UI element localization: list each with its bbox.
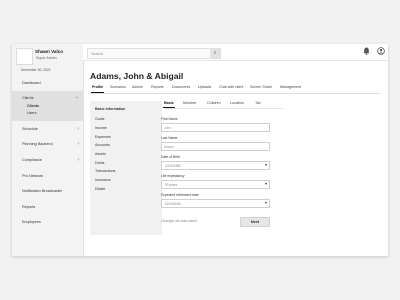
current-date: November 30, 2021 [21, 68, 51, 72]
chevron-right-icon: › [77, 141, 79, 147]
profile-subtabs: Basic Member Children Location Tax [163, 100, 284, 109]
autosave-note: Changes are auto saved [161, 219, 197, 223]
sidebar-item-label: Schedule [22, 127, 38, 131]
sidebar: Shawn Valco Super Admin November 30, 202… [12, 44, 84, 256]
sidebar-item-label: Notification Broadcaster [22, 189, 63, 193]
retirement-date-select[interactable]: 02/15/2040 ▾ [161, 199, 270, 208]
last-name-field[interactable] [164, 143, 254, 150]
last-name-label: Last Name [161, 136, 178, 140]
search-icon[interactable]: ⌕ [210, 49, 220, 58]
tab-scenarios[interactable]: Scenarios [110, 85, 126, 89]
chevron-down-icon[interactable]: ⌄ [75, 94, 79, 100]
retirement-date-value: 02/15/2040 [165, 201, 181, 206]
sidebar-item-label: Reports [22, 205, 36, 209]
subtab-basic[interactable]: Basic [163, 101, 175, 108]
tab-advice[interactable]: Advice [132, 85, 143, 89]
dob-select[interactable]: 10/10/1980 ▾ [161, 161, 270, 170]
sidebar-subitem-users[interactable]: Users [27, 111, 36, 115]
life-expectancy-select[interactable]: 90 years ▾ [161, 180, 270, 189]
sidebar-item-label: Dashboard [22, 81, 41, 85]
section-basic-information[interactable]: Basic Information [95, 107, 125, 111]
user-name: Shawn Valco [35, 49, 64, 54]
section-assets[interactable]: Assets [95, 152, 106, 156]
chevron-down-icon: ▾ [264, 199, 267, 205]
tab-uploads[interactable]: Uploads [198, 85, 211, 89]
tab-screen-share[interactable]: Screen Share [250, 85, 272, 89]
sidebar-subitem-clients[interactable]: Clients [27, 104, 39, 108]
app-window: Shawn Valco Super Admin November 30, 202… [12, 44, 388, 256]
section-transactions[interactable]: Transactions [95, 169, 115, 173]
first-name-field[interactable] [164, 124, 254, 131]
sidebar-item-label: Employees [22, 220, 41, 224]
subtab-children[interactable]: Children [207, 101, 221, 105]
account-icon-shape [377, 47, 385, 55]
section-income[interactable]: Income [95, 126, 107, 130]
tab-reports[interactable]: Reports [151, 85, 164, 89]
chevron-down-icon: ▾ [264, 161, 267, 167]
sidebar-item-label: Pro Network [22, 174, 43, 178]
avatar[interactable] [16, 48, 33, 65]
chevron-right-icon: › [77, 126, 79, 132]
chevron-down-icon: ▾ [264, 180, 267, 186]
tab-profile[interactable]: Profile [90, 85, 105, 93]
subtab-location[interactable]: Location [230, 101, 244, 105]
tab-documents[interactable]: Documents [172, 85, 190, 89]
user-role: Super Admin [36, 56, 57, 60]
section-goals[interactable]: Goals [95, 117, 104, 121]
life-expectancy-label: Life expectancy [161, 174, 185, 178]
next-button[interactable]: Next [240, 217, 270, 227]
tab-management[interactable]: Management [280, 85, 301, 89]
user-card: Shawn Valco Super Admin [16, 48, 76, 68]
sidebar-item-clients[interactable]: Clients ⌄ Clients Users [12, 91, 83, 121]
page-title: Adams, John & Abigail [90, 71, 184, 81]
first-name-field-box [161, 123, 270, 132]
subtab-member[interactable]: Member [183, 101, 197, 105]
account-icon[interactable] [376, 47, 386, 57]
search-box: ⌕ [87, 48, 221, 59]
main-tabs: Profile Scenarios Advice Reports Documen… [90, 85, 380, 94]
tab-chat-with-client[interactable]: Chat with client [219, 85, 243, 89]
dob-value: 10/10/1980 [165, 163, 181, 168]
life-expectancy-value: 90 years [165, 182, 178, 187]
bell-icon[interactable] [361, 47, 371, 57]
bell-icon-shape [362, 47, 370, 55]
sidebar-item-label: Compliance [22, 158, 43, 162]
dob-label: Date of Birth [161, 155, 180, 159]
chevron-right-icon: › [77, 157, 79, 163]
first-name-label: First Name [161, 117, 178, 121]
retirement-date-label: Expected retirement date [161, 193, 199, 197]
subtab-tax[interactable]: Tax [255, 101, 261, 105]
profile-sections-panel: Basic Information Goals Income Expenses … [90, 101, 162, 235]
section-accounts[interactable]: Accounts [95, 143, 110, 147]
last-name-field-box [161, 142, 270, 151]
search-input[interactable] [91, 50, 201, 57]
section-debts[interactable]: Debts [95, 161, 104, 165]
sidebar-item-label: Clients [22, 96, 34, 100]
sidebar-item-label: Planning Backend [22, 142, 53, 146]
section-estate[interactable]: Estate [95, 187, 105, 191]
section-insurance[interactable]: Insurance [95, 178, 111, 182]
section-expenses[interactable]: Expenses [95, 135, 111, 139]
top-bar: ⌕ [83, 44, 388, 61]
